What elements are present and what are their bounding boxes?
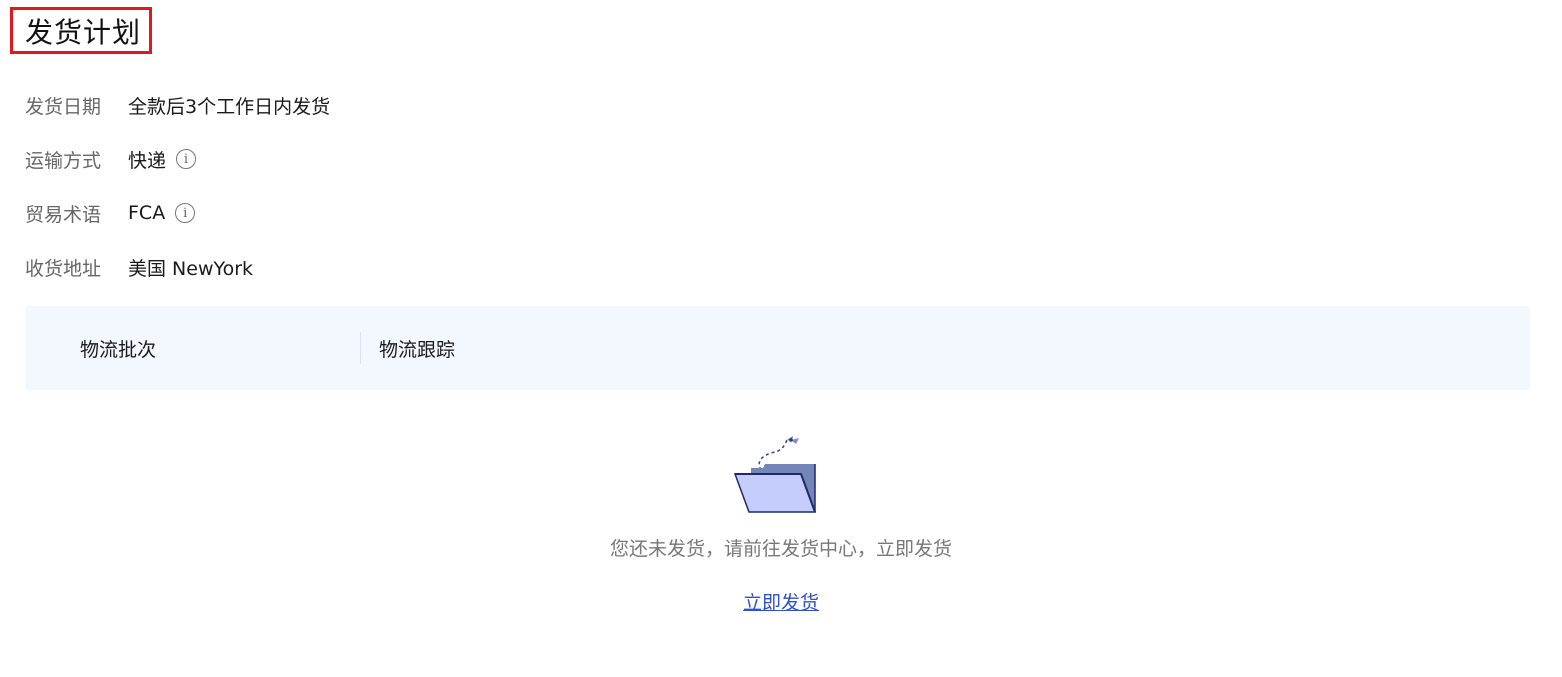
info-circle-icon[interactable]: i — [176, 149, 197, 169]
info-circle-icon[interactable]: i — [175, 203, 196, 223]
info-row-address: 收货地址 美国 NewYork — [25, 252, 253, 282]
transport-value: 快递 — [128, 149, 167, 172]
ship-date-label: 发货日期 — [25, 95, 102, 118]
tab-logistics-tracking-label: 物流跟踪 — [379, 338, 456, 361]
address-label: 收货地址 — [25, 257, 102, 280]
info-row-ship-date: 发货日期 全款后3个工作日内发货 — [25, 90, 330, 120]
tab-logistics-tracking[interactable]: 物流跟踪 — [379, 306, 455, 390]
trade-terms-value: FCA — [128, 202, 166, 224]
ship-now-link[interactable]: 立即发货 — [743, 592, 819, 614]
ship-date-value: 全款后3个工作日内发货 — [128, 95, 331, 118]
page-title-text: 发货计划 — [25, 15, 142, 49]
logistics-tabs-bar: 物流批次 物流跟踪 — [25, 306, 1530, 390]
tab-logistics-batch-label: 物流批次 — [80, 338, 157, 361]
info-row-trade-terms: 贸易术语 FCA i — [25, 198, 196, 228]
empty-folder-icon — [727, 426, 827, 518]
empty-state-message: 您还未发货，请前往发货中心，立即发货 — [609, 538, 952, 560]
transport-label: 运输方式 — [25, 149, 102, 172]
page-title: 发货计划 — [10, 7, 152, 54]
ship-now-link-container: 立即发货 — [0, 588, 1562, 615]
tab-divider — [360, 332, 361, 364]
trade-terms-label: 贸易术语 — [25, 203, 102, 226]
info-row-transport: 运输方式 快递 i — [25, 144, 197, 174]
address-value: 美国 NewYork — [128, 257, 254, 280]
tab-logistics-batch[interactable]: 物流批次 — [80, 306, 156, 390]
